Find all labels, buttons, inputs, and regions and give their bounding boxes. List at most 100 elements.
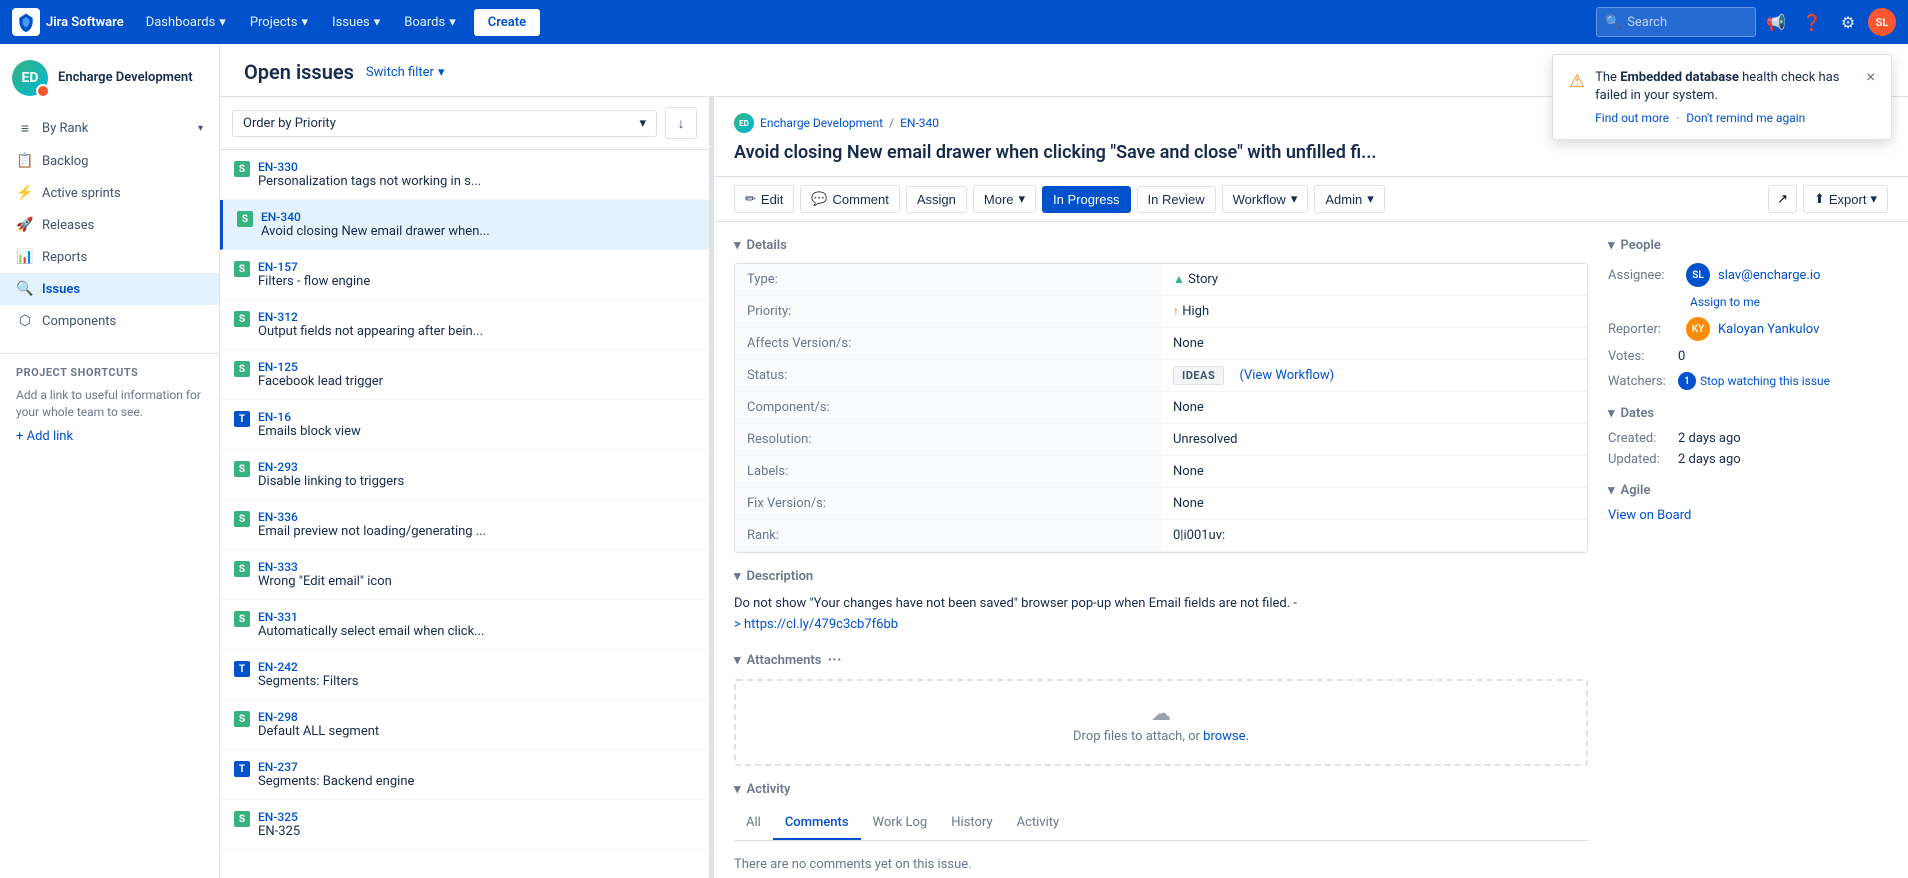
activity-section-title[interactable]: Activity (734, 782, 1588, 797)
issue-list-item[interactable]: S EN-340 Avoid closing New email drawer … (220, 200, 709, 250)
issue-list-item[interactable]: T EN-242 Segments: Filters (220, 650, 709, 700)
assignee-avatar: SL (1686, 263, 1710, 287)
issue-list-item[interactable]: S EN-298 Default ALL segment (220, 700, 709, 750)
share-button[interactable]: ↗ (1768, 185, 1797, 213)
tab-comments[interactable]: Comments (773, 807, 861, 840)
content-body: Order by Priority ↓ S EN-330 Personaliza… (220, 97, 1908, 878)
settings-icon[interactable]: ⚙ (1832, 6, 1864, 38)
nav-issues[interactable]: Issues (322, 9, 390, 36)
issue-type-icon: T (234, 761, 250, 777)
issue-list-item[interactable]: S EN-125 Facebook lead trigger (220, 350, 709, 400)
nav-projects[interactable]: Projects (240, 9, 318, 36)
comment-button[interactable]: 💬 Comment (800, 185, 900, 213)
tab-activity[interactable]: Activity (1005, 807, 1072, 840)
rank-value: 0|i001uv: (1161, 520, 1587, 552)
view-on-board-link[interactable]: View on Board (1608, 508, 1691, 523)
workflow-button[interactable]: Workflow (1222, 185, 1309, 213)
notification-body: The Embedded database health check has f… (1595, 69, 1856, 125)
admin-button[interactable]: Admin (1314, 185, 1384, 213)
view-workflow-link[interactable]: (View Workflow) (1227, 360, 1346, 392)
issue-list-item[interactable]: T EN-16 Emails block view (220, 400, 709, 450)
search-box[interactable]: 🔍 Search (1596, 7, 1756, 37)
browse-link[interactable]: browse. (1203, 729, 1249, 744)
reporter-name[interactable]: Kaloyan Yankulov (1718, 322, 1819, 337)
app-logo[interactable]: Jira Software (12, 8, 124, 36)
switch-filter-button[interactable]: Switch filter (366, 65, 445, 80)
issue-list-item[interactable]: S EN-336 Email preview not loading/gener… (220, 500, 709, 550)
nav-dashboards[interactable]: Dashboards (136, 9, 236, 36)
created-row: Created: 2 days ago (1608, 431, 1888, 446)
in-progress-button[interactable]: In Progress (1042, 186, 1130, 213)
tab-all[interactable]: All (734, 807, 773, 840)
user-avatar[interactable]: SL (1868, 8, 1896, 36)
more-button[interactable]: More (973, 185, 1036, 213)
notification-close-button[interactable]: × (1866, 67, 1875, 125)
description-section-title[interactable]: Description (734, 569, 1588, 584)
issue-list-item[interactable]: S EN-325 EN-325 (220, 800, 709, 850)
sidebar-item-backlog[interactable]: 📋 Backlog (0, 145, 219, 177)
issue-info: EN-242 Segments: Filters (258, 660, 695, 689)
description-link[interactable]: > https://cl.ly/479c3cb7f6bb (734, 617, 898, 632)
component-value: None (1161, 392, 1587, 424)
issue-key: EN-331 (258, 610, 695, 624)
issue-list-item[interactable]: S EN-312 Output fields not appearing aft… (220, 300, 709, 350)
project-shortcuts: PROJECT SHORTCUTS Add a link to useful i… (0, 353, 219, 456)
agile-section-title[interactable]: Agile (1608, 483, 1888, 498)
people-section-title[interactable]: People (1608, 238, 1888, 253)
issue-list-item[interactable]: S EN-331 Automatically select email when… (220, 600, 709, 650)
priority-label: Priority: (735, 296, 1161, 328)
tab-history[interactable]: History (939, 807, 1004, 840)
sidebar-item-components[interactable]: ⬡ Components (0, 305, 219, 337)
sidebar-item-releases[interactable]: 🚀 Releases (0, 209, 219, 241)
dates-section-title[interactable]: Dates (1608, 406, 1888, 421)
assign-to-me-link[interactable]: Assign to me (1690, 295, 1760, 309)
issue-type-icon: S (234, 161, 250, 177)
sidebar-item-active-sprints[interactable]: ⚡ Active sprints (0, 177, 219, 209)
issue-title: Avoid closing New email drawer when clic… (734, 141, 1888, 164)
sidebar-item-byrank[interactable]: ≡ By Rank (0, 112, 219, 145)
fix-version-value: None (1161, 488, 1587, 520)
add-link-button[interactable]: + Add link (16, 429, 203, 444)
labels-value: None (1161, 456, 1587, 488)
sidebar-item-reports[interactable]: 📊 Reports (0, 241, 219, 273)
assignee-name[interactable]: slav@encharge.io (1718, 268, 1820, 283)
issue-list-item[interactable]: S EN-333 Wrong "Edit email" icon (220, 550, 709, 600)
help-icon[interactable]: ❓ (1796, 6, 1828, 38)
find-out-more-link[interactable]: Find out more (1595, 111, 1669, 125)
sort-direction-button[interactable]: ↓ (665, 107, 697, 139)
attachments-drop-zone[interactable]: ☁ Drop files to attach, or browse. (734, 679, 1588, 766)
issue-list-item[interactable]: S EN-293 Disable linking to triggers (220, 450, 709, 500)
issue-info: EN-340 Avoid closing New email drawer wh… (261, 210, 695, 239)
people-section: People Assignee: SL slav@encharge.io Ass… (1608, 238, 1888, 390)
create-button[interactable]: Create (474, 9, 540, 36)
details-section-title[interactable]: Details (734, 238, 1588, 253)
notifications-icon[interactable]: 📢 (1760, 6, 1792, 38)
order-by-select[interactable]: Order by Priority (232, 110, 657, 137)
issue-key: EN-312 (258, 310, 695, 324)
nav-boards[interactable]: Boards (394, 9, 465, 36)
dates-section: Dates Created: 2 days ago Updated: 2 day… (1608, 406, 1888, 467)
attachments-more-button[interactable]: ··· (827, 650, 841, 669)
breadcrumb-issue-link[interactable]: EN-340 (900, 116, 939, 130)
breadcrumb-project-link[interactable]: Encharge Development (760, 116, 883, 130)
issue-detail-panel: ED Encharge Development / EN-340 Avoid c… (714, 97, 1908, 878)
description-chevron-icon (734, 569, 741, 584)
issue-summary: EN-325 (258, 824, 695, 839)
tab-work-log[interactable]: Work Log (861, 807, 940, 840)
sidebar-item-issues[interactable]: 🔍 Issues (0, 273, 219, 305)
dont-remind-link[interactable]: Don't remind me again (1686, 111, 1805, 125)
issue-list-item[interactable]: S EN-157 Filters - flow engine (220, 250, 709, 300)
assign-button[interactable]: Assign (906, 186, 967, 213)
affects-value: None (1161, 328, 1587, 360)
issue-list-item[interactable]: S EN-330 Personalization tags not workin… (220, 150, 709, 200)
issue-summary: Wrong "Edit email" icon (258, 574, 695, 589)
edit-button[interactable]: ✏ Edit (734, 185, 794, 213)
export-button[interactable]: ⬆ Export (1803, 185, 1888, 213)
stop-watching-link[interactable]: Stop watching this issue (1700, 374, 1830, 388)
in-review-button[interactable]: In Review (1137, 186, 1216, 213)
updated-label: Updated: (1608, 452, 1678, 467)
issue-list-item[interactable]: T EN-237 Segments: Backend engine (220, 750, 709, 800)
dashboards-chevron-icon (219, 15, 226, 30)
attachments-section-title[interactable]: Attachments ··· (734, 652, 1588, 669)
byrank-chevron-icon (198, 123, 203, 134)
